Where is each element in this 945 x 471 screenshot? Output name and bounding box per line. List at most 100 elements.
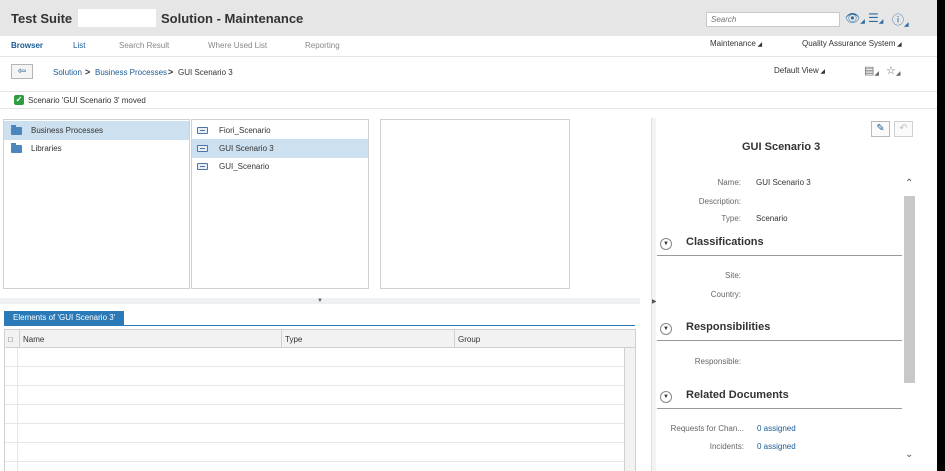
pencil-icon: ✎ [876, 123, 885, 134]
incidents-link[interactable]: 0 assigned [757, 442, 796, 451]
tab-browser[interactable]: Browser [11, 41, 43, 50]
table-row[interactable] [5, 367, 625, 386]
search-field[interactable] [706, 12, 840, 27]
browser-column-1: Business Processes Libraries [3, 119, 190, 289]
edit-button[interactable]: ✎ [871, 121, 890, 137]
site-label: Site: [724, 271, 741, 280]
table-row[interactable] [5, 386, 625, 405]
breadcrumb-separator: > [85, 67, 91, 77]
quality-assurance-system-menu[interactable]: Quality Assurance System ◢ [802, 39, 902, 48]
scenario-icon [197, 127, 208, 134]
print-icon[interactable]: ▤◢ [864, 64, 879, 77]
list-item-label: Fiori_Scenario [219, 126, 271, 135]
tab-reporting[interactable]: Reporting [305, 41, 340, 50]
back-button[interactable]: ⇦ [11, 64, 33, 79]
scenario-icon [197, 145, 208, 152]
detail-title: GUI Scenario 3 [742, 141, 821, 153]
list-item-libraries[interactable]: Libraries [4, 139, 189, 158]
tab-list[interactable]: List [73, 41, 85, 50]
horizontal-splitter[interactable]: ▼ [0, 298, 640, 304]
window-edge [937, 0, 945, 471]
scroll-up-icon[interactable]: ⌃ [905, 178, 913, 189]
folder-icon [11, 143, 22, 153]
section-divider [657, 255, 902, 256]
table-scrollbar[interactable] [624, 348, 635, 471]
breadcrumb-separator: > [168, 67, 174, 77]
country-label: Country: [710, 290, 741, 299]
collapse-classifications-icon[interactable]: ▼ [660, 238, 672, 250]
description-label: Description: [698, 197, 741, 206]
folder-icon [11, 125, 22, 135]
dropdown-icon: ◢ [895, 42, 902, 48]
browser-column-3 [380, 119, 570, 289]
responsible-label: Responsible: [694, 357, 741, 366]
name-label: Name: [717, 178, 741, 187]
table-row[interactable] [5, 405, 625, 424]
breadcrumb-business-processes[interactable]: Business Processes [95, 68, 167, 77]
column-divider [281, 330, 282, 348]
list-item-label: GUI_Scenario [219, 162, 270, 171]
collapse-down-icon: ▼ [317, 298, 323, 304]
list-menu-icon[interactable]: ☰◢ [868, 11, 883, 25]
column-header-type[interactable]: Type [285, 335, 302, 344]
requests-for-change-link[interactable]: 0 assigned [757, 424, 796, 433]
column-header-group[interactable]: Group [458, 335, 480, 344]
list-item-business-processes[interactable]: Business Processes [4, 121, 189, 140]
scenario-icon [197, 163, 208, 170]
redacted-area [78, 9, 156, 27]
dropdown-icon: ◢ [755, 42, 763, 48]
collapse-related-documents-icon[interactable]: ▼ [660, 391, 672, 403]
back-arrow-icon: ⇦ [17, 66, 27, 77]
elements-tab[interactable]: Elements of 'GUI Scenario 3' [4, 311, 125, 325]
section-related-documents: Related Documents [686, 389, 789, 401]
dropdown-icon: ◢ [818, 69, 826, 75]
column-divider [454, 330, 455, 348]
collapse-responsibilities-icon[interactable]: ▼ [660, 323, 672, 335]
quality-assurance-system-label: Quality Assurance System [802, 39, 896, 48]
section-divider [657, 340, 902, 341]
favorite-star-icon[interactable]: ☆◢ [886, 64, 901, 77]
incidents-label: Incidents: [709, 442, 744, 451]
type-value: Scenario [756, 214, 788, 223]
detail-scrollbar-thumb[interactable] [904, 196, 915, 383]
list-item-fiori-scenario[interactable]: Fiori_Scenario [192, 121, 368, 140]
app-title: Solution - Maintenance [161, 11, 304, 26]
scroll-down-icon[interactable]: ⌄ [905, 449, 913, 460]
undo-button[interactable]: ↶ [894, 121, 913, 137]
binoculars-icon[interactable]: 👁◢ [845, 11, 865, 25]
name-value: GUI Scenario 3 [756, 178, 811, 187]
browser-column-2: Fiori_Scenario GUI Scenario 3 GUI_Scenar… [191, 119, 369, 289]
tab-search-result[interactable]: Search Result [119, 41, 169, 50]
select-all-icon[interactable]: □ [8, 335, 13, 344]
success-check-icon: ✓ [14, 95, 24, 105]
list-item-label: Business Processes [31, 126, 104, 135]
suite-title: Test Suite [11, 11, 73, 26]
maintenance-menu[interactable]: Maintenance ◢ [710, 39, 762, 48]
section-responsibilities: Responsibilities [686, 321, 771, 333]
section-divider [657, 408, 902, 409]
elements-table: □ Name Type Group [4, 329, 636, 471]
type-label: Type: [721, 214, 741, 223]
undo-icon: ↶ [899, 123, 908, 134]
list-item-gui-scenario[interactable]: GUI_Scenario [192, 157, 368, 176]
breadcrumb-solution[interactable]: Solution [53, 68, 82, 77]
maintenance-label: Maintenance [710, 39, 756, 48]
search-input[interactable] [707, 13, 839, 26]
message-text: Scenario 'GUI Scenario 3' moved [28, 96, 146, 105]
help-icon[interactable]: ⓘ◢ [892, 11, 909, 28]
section-classifications: Classifications [686, 236, 764, 248]
table-header: □ Name Type Group [5, 330, 635, 348]
requests-for-change-label: Requests for Chan... [670, 424, 744, 433]
table-row[interactable] [5, 443, 625, 462]
column-header-name[interactable]: Name [23, 335, 44, 344]
view-selector[interactable]: Default View ◢ [774, 66, 825, 75]
column-divider [19, 330, 20, 348]
table-row[interactable] [5, 348, 625, 367]
list-item-label: Libraries [31, 144, 62, 153]
list-item-gui-scenario-3[interactable]: GUI Scenario 3 [192, 139, 368, 158]
table-row[interactable] [5, 424, 625, 443]
view-label: Default View [774, 66, 819, 75]
tab-where-used-list[interactable]: Where Used List [208, 41, 267, 50]
breadcrumb-current: GUI Scenario 3 [178, 68, 233, 77]
tab-underline [4, 325, 635, 326]
